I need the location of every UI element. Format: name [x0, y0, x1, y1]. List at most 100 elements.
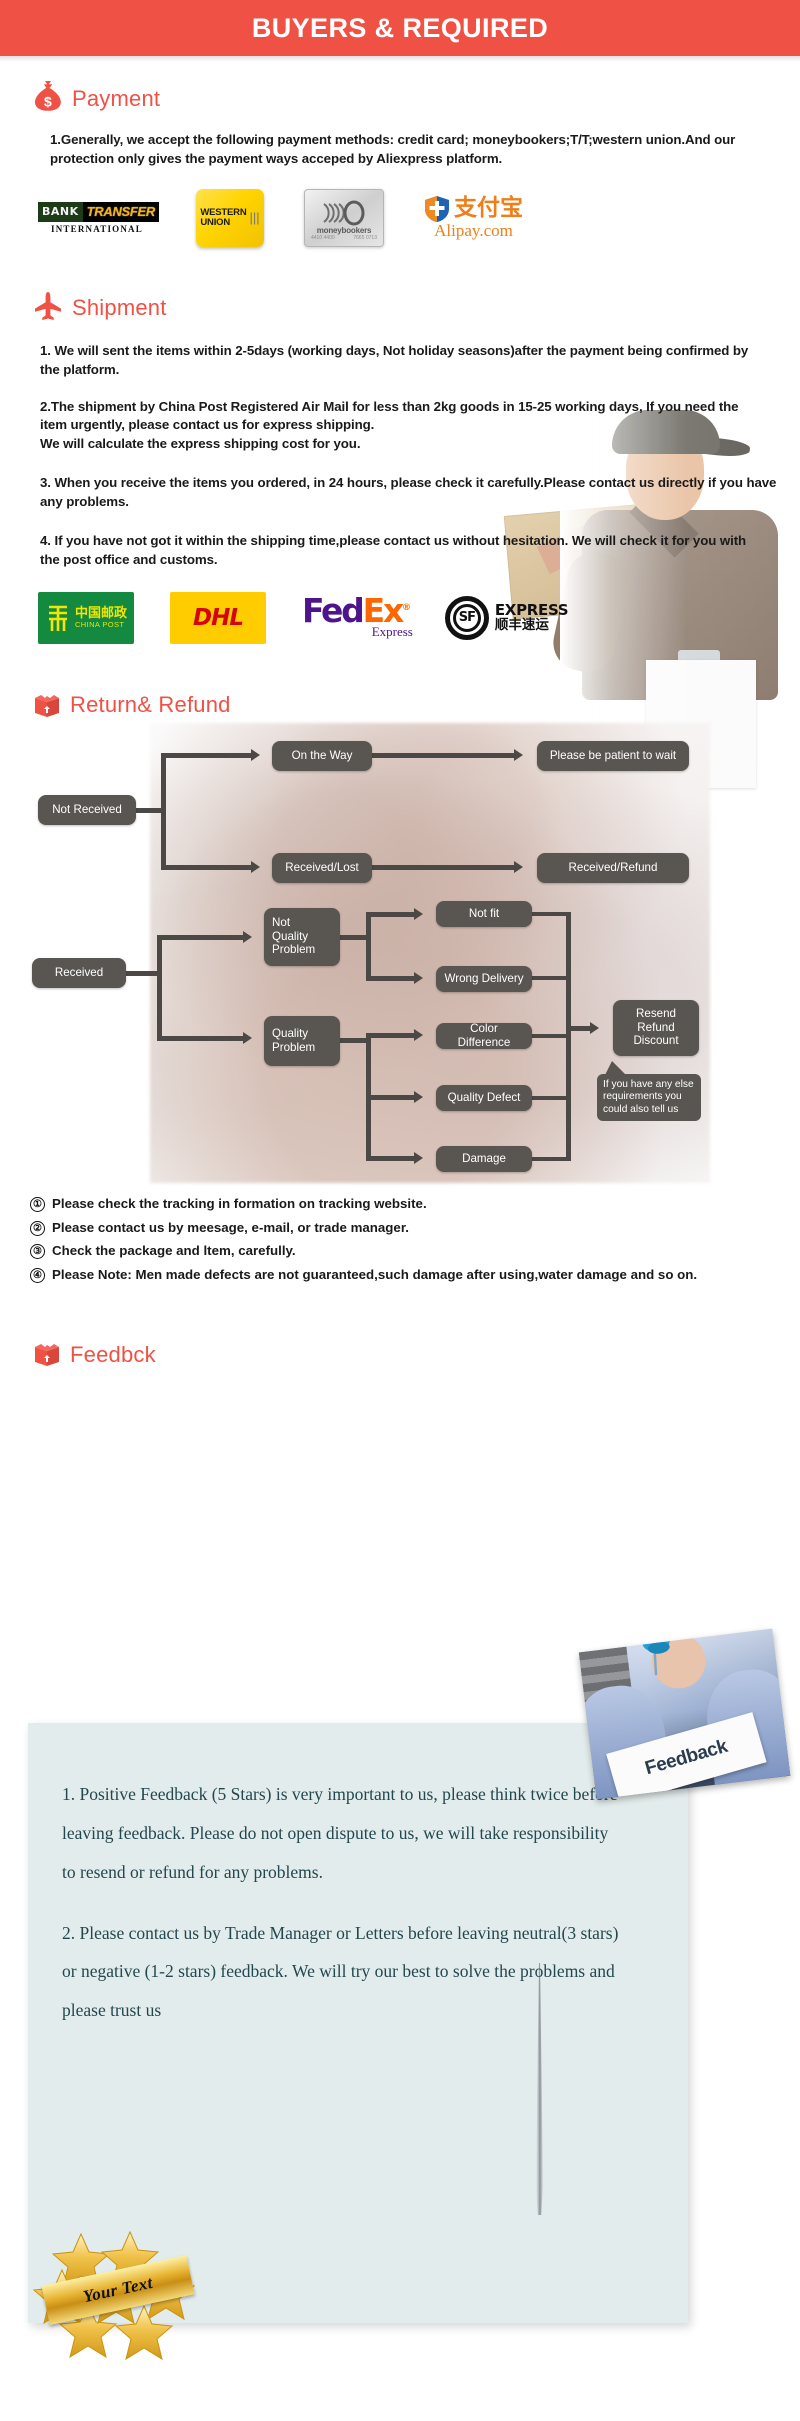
- flow-edge: [366, 1032, 414, 1038]
- china-post-logo: 中国邮政 CHINA POST: [38, 591, 134, 644]
- flow-edge: [366, 911, 371, 980]
- bank-transfer-international-word: INTERNATIONAL: [51, 223, 143, 234]
- feedback-paragraph-2: 2. Please contact us by Trade Manager or…: [62, 1922, 619, 2021]
- list-item: ① Please check the tracking in formation…: [30, 1195, 800, 1214]
- flow-node-not-quality-problem: Not Quality Problem: [264, 907, 340, 966]
- flow-node-received-lost: Received/Lost: [272, 852, 372, 883]
- flow-node-quality-defect: Quality Defect: [436, 1084, 532, 1111]
- flow-arrow: [514, 860, 523, 873]
- list-number-4: ④: [30, 1268, 45, 1284]
- list-text-3: Check the package and ltem, carefully.: [52, 1243, 296, 1259]
- flow-edge: [532, 1033, 568, 1038]
- flow-node-not-received: Not Received: [38, 794, 136, 825]
- dhl-logo: DHL: [170, 591, 266, 644]
- section-title-payment: Payment: [72, 85, 161, 111]
- payment-logo-row: BANK TRANSFER INTERNATIONAL WESTERN UNIO…: [0, 188, 800, 247]
- flow-edge: [366, 1094, 414, 1100]
- flow-edge: [372, 864, 514, 870]
- feedback-sign-text: Feedback: [642, 1735, 730, 1780]
- flow-callout-other-requirements: If you have any else requirements you co…: [597, 1060, 701, 1121]
- sf-express-logo: SF EXPRESS 顺丰速运: [444, 595, 569, 640]
- pushpin-icon: [631, 1629, 683, 1685]
- moneybookers-number-right: 7665 0713: [353, 234, 377, 241]
- western-union-line2: UNION: [200, 216, 230, 228]
- return-refund-notes-list: ① Please check the tracking in formation…: [0, 1195, 800, 1286]
- money-bag-icon: $: [33, 80, 63, 117]
- list-text-4: Please Note: Men made defects are not gu…: [52, 1267, 698, 1283]
- feedback-paragraph-1: 1. Positive Feedback (5 Stars) is very i…: [62, 1784, 618, 1882]
- flow-node-received: Received: [32, 957, 126, 988]
- flow-arrow: [414, 907, 423, 920]
- flow-node-received-refund: Received/Refund: [537, 852, 689, 883]
- section-title-shipment: Shipment: [72, 295, 167, 321]
- flow-arrow: [243, 930, 252, 943]
- list-text-2: Please contact us by meesage, e-mail, or…: [52, 1219, 409, 1235]
- flow-node-resend-refund-discount: Resend Refund Discount: [613, 999, 699, 1056]
- list-item: ④ Please Note: Men made defects are not …: [30, 1266, 800, 1285]
- flow-edge: [366, 1155, 414, 1161]
- carrier-logo-row: 中国邮政 CHINA POST DHL FedEx® Express SF EX…: [0, 590, 800, 644]
- flow-arrow: [514, 748, 523, 761]
- bank-transfer-bank-word: BANK: [38, 201, 83, 222]
- feedback-photo: Feedback: [578, 1628, 791, 1800]
- china-post-emblem-icon: [48, 605, 67, 631]
- flow-arrow: [243, 1031, 252, 1044]
- flow-edge: [532, 911, 568, 916]
- alipay-domain-wordmark: Alipay.com: [434, 220, 513, 240]
- flow-arrow: [414, 1151, 423, 1164]
- sf-express-emblem-icon: SF: [444, 595, 489, 640]
- flow-edge: [532, 1095, 568, 1100]
- flow-node-wrong-delivery: Wrong Delivery: [436, 965, 532, 992]
- list-number-3: ③: [30, 1244, 45, 1260]
- shipment-paragraph-4: 4. If you have not got it within the shi…: [40, 532, 747, 567]
- list-item: ③ Check the package and ltem, carefully.: [30, 1242, 800, 1261]
- china-post-chinese-name: 中国邮政: [74, 605, 127, 621]
- flow-edge: [366, 975, 414, 981]
- shipment-paragraph-1: 1. We will sent the items within 2-5days…: [40, 342, 749, 377]
- page-header-banner: BUYERS & REQUIRED: [0, 0, 800, 62]
- section-title-feedback: Feedbck: [70, 1341, 156, 1367]
- open-box-icon: [33, 1337, 61, 1372]
- shipment-paragraph-3: 3. When you receive the items you ordere…: [40, 475, 777, 509]
- svg-text:$: $: [44, 94, 52, 110]
- flow-edge: [372, 752, 514, 758]
- flow-arrow: [251, 860, 260, 873]
- flow-edge: [532, 975, 568, 980]
- moneybookers-logo: moneybookers 4410 4400 7665 0713: [304, 188, 384, 247]
- flow-arrow: [414, 971, 423, 984]
- flow-edge: [157, 934, 243, 940]
- flow-node-please-be-patient-to-wait: Please be patient to wait: [537, 740, 689, 771]
- flow-node-not-fit: Not fit: [436, 900, 532, 927]
- flow-arrow: [590, 1021, 599, 1034]
- flow-node-damage: Damage: [436, 1145, 532, 1172]
- star-ribbon-badge: Your Text: [26, 2218, 216, 2368]
- list-number-2: ②: [30, 1220, 45, 1236]
- alipay-chinese-wordmark: 支付宝: [454, 195, 523, 222]
- flow-edge: [161, 864, 251, 870]
- sf-express-chinese-name: 顺丰速运: [494, 617, 549, 634]
- bank-transfer-logo: BANK TRANSFER INTERNATIONAL: [38, 201, 160, 234]
- moneybookers-number-left: 4410 4400: [311, 234, 335, 241]
- flow-edge: [161, 755, 166, 868]
- return-refund-flowchart: Not Received On the Way Please be patien…: [0, 722, 800, 1193]
- flow-arrow: [414, 1028, 423, 1041]
- section-header-shipment: Shipment: [0, 291, 800, 326]
- list-text-1: Please check the tracking in formation o…: [52, 1195, 427, 1211]
- section-title-return-refund: Return& Refund: [70, 692, 231, 718]
- page-title: BUYERS & REQUIRED: [251, 12, 549, 43]
- list-number-1: ①: [30, 1196, 45, 1212]
- alipay-logo: 支付宝 Alipay.com: [424, 195, 523, 241]
- western-union-logo: WESTERN UNION |||: [196, 188, 264, 247]
- feedback-text-block: 1. Positive Feedback (5 Stars) is very i…: [62, 1775, 622, 2052]
- flow-edge: [161, 752, 251, 758]
- courier-photo-decoration: [503, 402, 790, 788]
- fedex-fed-part: Fed: [302, 590, 365, 630]
- flow-arrow: [251, 748, 260, 761]
- flow-edge: [532, 1156, 568, 1161]
- flow-arrow: [414, 1090, 423, 1103]
- fedex-registered-icon: ®: [402, 602, 411, 613]
- list-item: ② Please contact us by meesage, e-mail, …: [30, 1219, 800, 1238]
- flow-edge: [366, 911, 414, 917]
- fedex-express-sublabel: Express: [371, 624, 413, 640]
- sf-express-english-name: EXPRESS: [494, 600, 569, 619]
